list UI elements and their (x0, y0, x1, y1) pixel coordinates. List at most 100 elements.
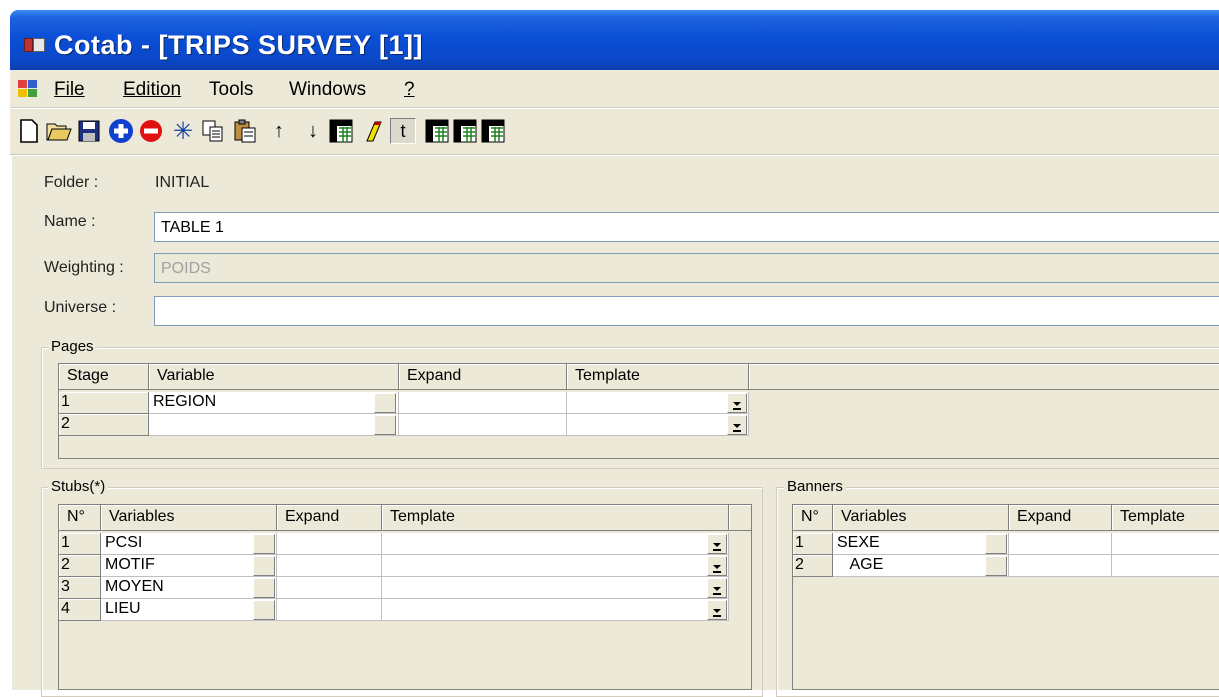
stubs-row-template[interactable] (382, 555, 729, 577)
stubs-row-variable[interactable]: PCSI (101, 533, 277, 555)
asterisk-icon[interactable]: ✳ (170, 118, 196, 145)
stubs-row-expand[interactable] (277, 599, 382, 621)
table-editor-form: Folder : INITIAL Name : TABLE 1 Weightin… (10, 156, 1219, 697)
table-icon[interactable] (328, 118, 354, 144)
arrow-up-icon[interactable]: ↑ (266, 118, 292, 144)
stubs-template-dropdown[interactable] (707, 556, 727, 576)
universe-label: Universe : (44, 299, 117, 316)
stubs-col-number[interactable]: N° (59, 505, 101, 531)
document-menu-icon[interactable] (18, 80, 38, 98)
stubs-row-template[interactable] (382, 599, 729, 621)
folder-label: Folder : (44, 174, 99, 191)
add-circle-icon[interactable] (108, 118, 134, 144)
stubs-row-number[interactable]: 1 (59, 533, 101, 555)
pages-group-title: Pages (48, 338, 97, 355)
toolbar: ✳ ↑ ↓ t (10, 109, 1219, 155)
banners-variable-browse-button[interactable] (985, 556, 1007, 576)
weighting-label: Weighting : (44, 259, 124, 276)
pages-row-template[interactable] (567, 414, 749, 436)
banners-row-template[interactable] (1112, 555, 1219, 577)
menu-tools[interactable]: Tools (209, 79, 253, 101)
menu-bar: File Edition Tools Windows ? (10, 70, 1219, 108)
pages-grid: Stage Variable Expand Template 1 REGION … (58, 363, 1219, 459)
menu-edition[interactable]: Edition (123, 79, 181, 101)
stubs-template-dropdown[interactable] (707, 534, 727, 554)
pages-col-stage[interactable]: Stage (59, 364, 149, 390)
stubs-variable-browse-button[interactable] (253, 534, 275, 554)
banners-col-template[interactable]: Template (1112, 505, 1219, 531)
stubs-row-variable[interactable]: MOYEN (101, 577, 277, 599)
stubs-variable-browse-button[interactable] (253, 600, 275, 620)
banners-row-variable[interactable]: AGE (833, 555, 1009, 577)
menu-help[interactable]: ? (404, 79, 415, 101)
stubs-col-extra (729, 505, 751, 531)
menu-windows[interactable]: Windows (289, 79, 366, 101)
pages-template-dropdown[interactable] (727, 393, 747, 413)
pages-row-number[interactable]: 2 (59, 414, 149, 436)
copy-icon[interactable] (200, 118, 226, 144)
pages-row-number[interactable]: 1 (59, 392, 149, 414)
stubs-row-expand[interactable] (277, 555, 382, 577)
stubs-row-expand[interactable] (277, 577, 382, 599)
weighting-field: POIDS (154, 253, 1219, 283)
window-title: Cotab - [TRIPS SURVEY [1]] (54, 30, 424, 60)
banners-col-variables[interactable]: Variables (833, 505, 1009, 531)
pages-row-variable[interactable]: REGION (149, 392, 399, 414)
new-icon[interactable] (16, 118, 42, 144)
stubs-variable-browse-button[interactable] (253, 556, 275, 576)
banners-row-variable[interactable]: SEXE (833, 533, 1009, 555)
banners-col-number[interactable]: N° (793, 505, 833, 531)
arrow-down-icon[interactable]: ↓ (300, 118, 326, 144)
app-icon (24, 36, 46, 54)
banners-row-expand[interactable] (1009, 555, 1112, 577)
stubs-template-dropdown[interactable] (707, 578, 727, 598)
save-icon[interactable] (76, 118, 102, 144)
stubs-variable-browse-button[interactable] (253, 578, 275, 598)
pages-row-template[interactable] (567, 392, 749, 414)
stubs-template-dropdown[interactable] (707, 600, 727, 620)
menu-file[interactable]: File (54, 79, 85, 101)
pages-variable-browse-button[interactable] (374, 415, 396, 435)
banners-group-title: Banners (784, 478, 846, 495)
stubs-col-variables[interactable]: Variables (101, 505, 277, 531)
stubs-col-template[interactable]: Template (382, 505, 729, 531)
pages-row-expand[interactable] (399, 392, 567, 414)
table-icon-2[interactable] (424, 118, 450, 144)
banners-col-expand[interactable]: Expand (1009, 505, 1112, 531)
pages-col-template[interactable]: Template (567, 364, 749, 390)
t-icon[interactable]: t (390, 118, 416, 144)
banners-row-number[interactable]: 2 (793, 555, 833, 577)
pages-col-empty (749, 364, 1219, 390)
banners-row-number[interactable]: 1 (793, 533, 833, 555)
remove-circle-icon[interactable] (138, 118, 164, 144)
open-folder-icon[interactable] (46, 118, 72, 144)
universe-field[interactable] (154, 296, 1219, 326)
table-icon-4[interactable] (480, 118, 506, 144)
pages-template-dropdown[interactable] (727, 415, 747, 435)
folder-value: INITIAL (155, 174, 210, 191)
stubs-row-variable[interactable]: MOTIF (101, 555, 277, 577)
name-label: Name : (44, 213, 96, 230)
stubs-row-variable[interactable]: LIEU (101, 599, 277, 621)
banners-row-expand[interactable] (1009, 533, 1112, 555)
stubs-row-number[interactable]: 2 (59, 555, 101, 577)
stubs-row-number[interactable]: 3 (59, 577, 101, 599)
paste-icon[interactable] (232, 118, 258, 144)
stubs-group-title: Stubs(*) (48, 478, 109, 495)
table-icon-3[interactable] (452, 118, 478, 144)
pages-col-variable[interactable]: Variable (149, 364, 399, 390)
pages-col-expand[interactable]: Expand (399, 364, 567, 390)
title-bar: Cotab - [TRIPS SURVEY [1]] (10, 10, 1219, 70)
pages-variable-browse-button[interactable] (374, 393, 396, 413)
stubs-row-template[interactable] (382, 533, 729, 555)
stubs-row-number[interactable]: 4 (59, 599, 101, 621)
stubs-row-template[interactable] (382, 577, 729, 599)
pen-icon[interactable] (360, 118, 386, 144)
stubs-row-expand[interactable] (277, 533, 382, 555)
pages-row-expand[interactable] (399, 414, 567, 436)
stubs-col-expand[interactable]: Expand (277, 505, 382, 531)
banners-variable-browse-button[interactable] (985, 534, 1007, 554)
banners-row-template[interactable] (1112, 533, 1219, 555)
name-field[interactable]: TABLE 1 (154, 212, 1219, 242)
pages-row-variable[interactable] (149, 414, 399, 436)
